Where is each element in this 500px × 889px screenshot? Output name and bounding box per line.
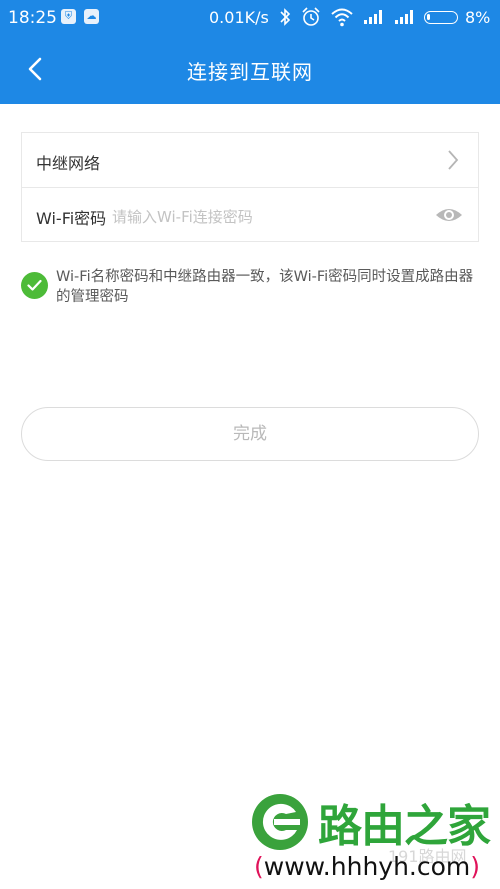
wifi-password-input[interactable]: 请输入Wi-Fi连接密码	[112, 206, 253, 227]
done-button[interactable]: 完成	[21, 407, 479, 461]
shield-app-icon: ⛨	[61, 9, 76, 24]
relay-network-row[interactable]: 中继网络	[22, 133, 478, 188]
same-password-note: Wi-Fi名称密码和中继路由器一致，该Wi-Fi密码同时设置成路由器的管理密码	[56, 269, 474, 305]
eye-icon[interactable]	[434, 205, 464, 225]
watermark-url-line: (www.hhhyh.com)	[254, 852, 480, 881]
page-title: 连接到互联网	[187, 60, 313, 84]
network-speed: 0.01K/s	[209, 8, 269, 27]
checkmark-icon	[27, 279, 42, 291]
settings-card: 中继网络 Wi-Fi密码 请输入Wi-Fi连接密码	[21, 132, 479, 242]
watermark-url: www.hhhyh.com	[263, 852, 471, 881]
watermark-url-close: )	[470, 852, 481, 881]
watermark-url-open: (	[254, 852, 264, 881]
relay-network-label: 中继网络	[36, 154, 101, 173]
battery-percent: 8%	[465, 8, 491, 27]
status-bar: 18:25 ⛨ ☁ 0.01K/s 8%	[0, 0, 500, 36]
chevron-right-icon	[448, 150, 459, 170]
bluetooth-icon	[280, 8, 291, 26]
status-time: 18:25	[8, 8, 57, 28]
cloud-app-icon: ☁	[84, 9, 99, 24]
alarm-icon	[302, 7, 320, 26]
same-password-checkbox[interactable]	[21, 272, 48, 299]
signal-icon	[364, 10, 382, 24]
wifi-icon	[331, 8, 353, 27]
battery-level	[427, 14, 430, 20]
wifi-password-row: Wi-Fi密码 请输入Wi-Fi连接密码	[22, 188, 478, 242]
signal-icon	[395, 10, 413, 24]
watermark-logo	[252, 794, 308, 850]
battery-icon	[424, 11, 458, 24]
wifi-password-label: Wi-Fi密码	[36, 209, 107, 228]
